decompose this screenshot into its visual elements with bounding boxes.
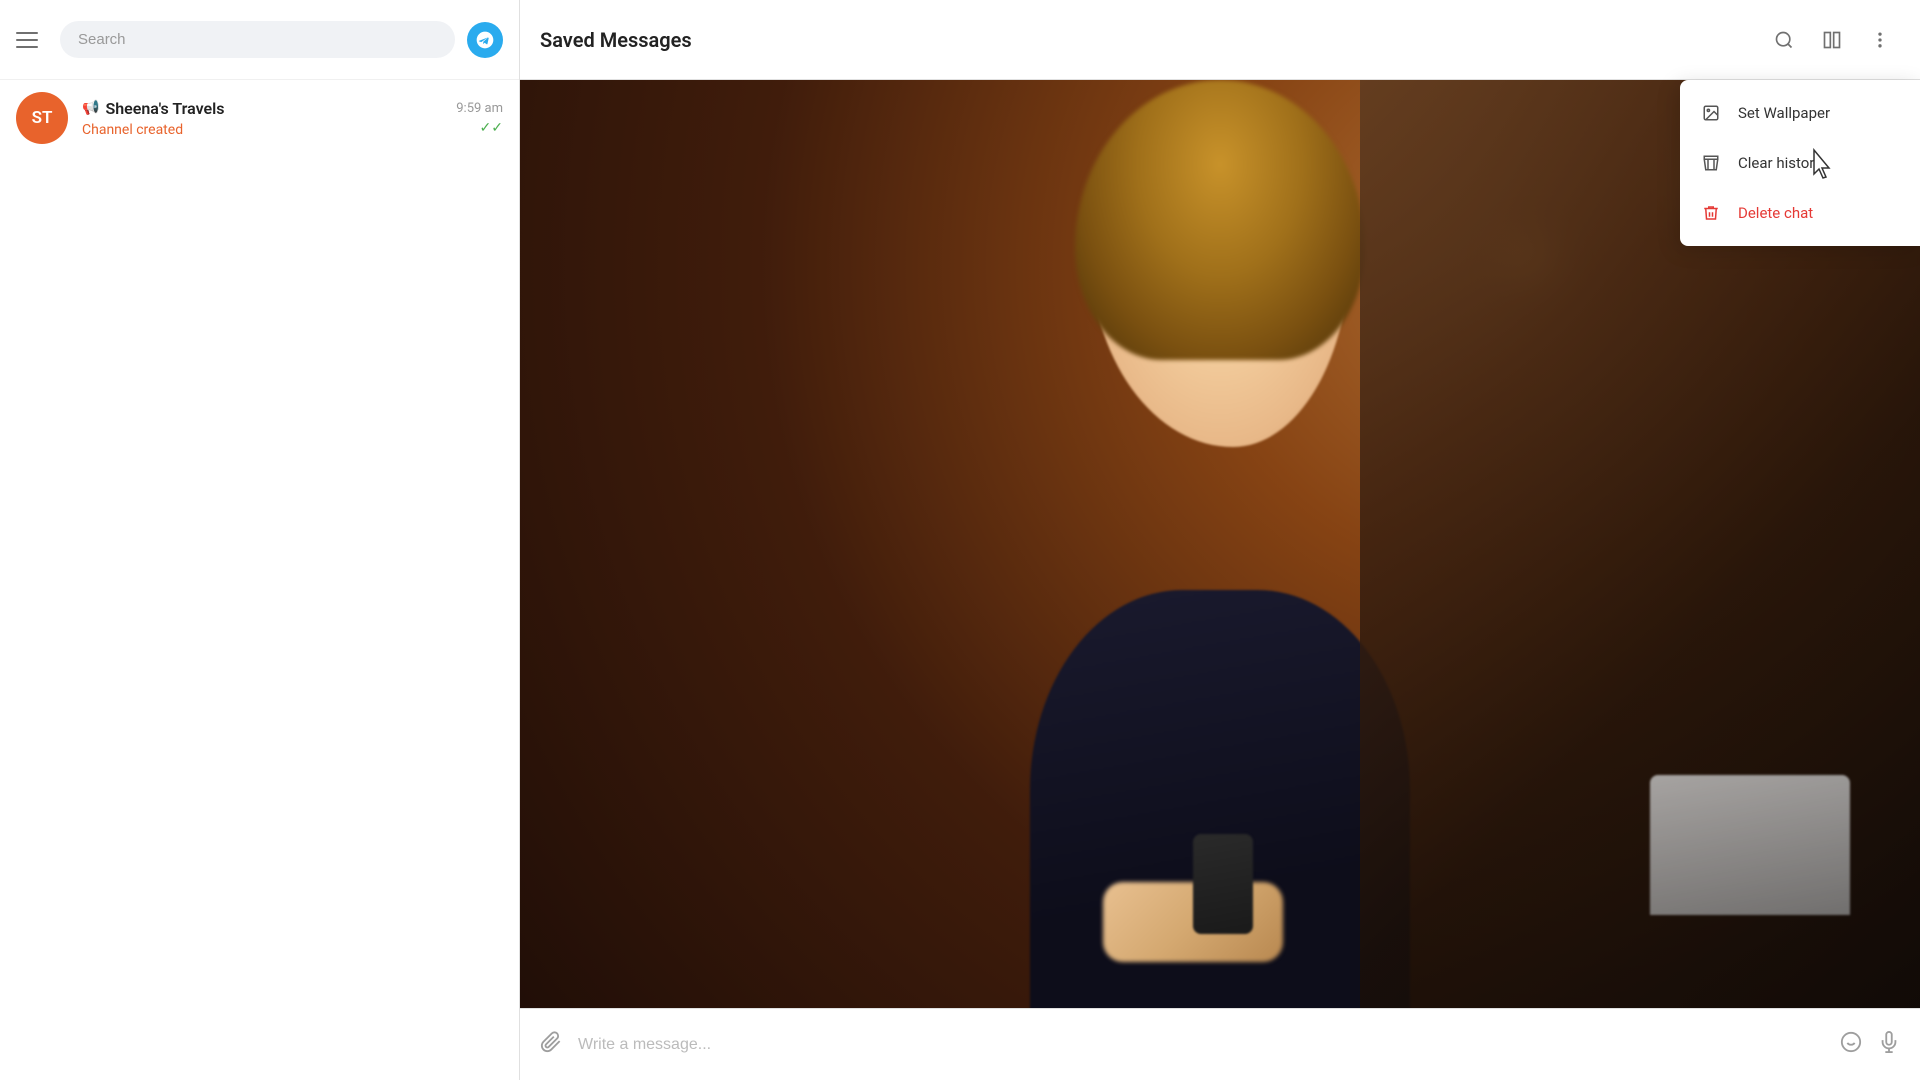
message-input-area <box>520 1008 1920 1080</box>
emoji-button[interactable] <box>1840 1031 1862 1059</box>
menu-button[interactable] <box>16 24 48 56</box>
read-check-icon: ✓✓ <box>480 120 503 136</box>
delete-chat-menu-item[interactable]: Delete chat <box>1680 188 1920 238</box>
trash-icon <box>1700 202 1722 224</box>
context-menu: Set Wallpaper Clear history Delete chat <box>1680 80 1920 246</box>
search-bar[interactable] <box>60 21 455 58</box>
sidebar-header <box>0 0 519 80</box>
chat-preview: Channel created <box>82 122 442 138</box>
header-actions <box>1764 20 1900 60</box>
telegram-icon <box>467 22 503 58</box>
chat-time: 9:59 am <box>456 101 503 116</box>
main-panel: — ❐ ✕ Saved Messages <box>520 0 1920 1080</box>
main-header: Saved Messages <box>520 0 1920 80</box>
set-wallpaper-label: Set Wallpaper <box>1738 104 1830 122</box>
chat-name: Sheena's Travels <box>105 99 224 118</box>
chat-list: ST 📢 Sheena's Travels Channel created 9:… <box>0 80 519 1080</box>
set-wallpaper-menu-item[interactable]: Set Wallpaper <box>1680 88 1920 138</box>
clear-history-menu-item[interactable]: Clear history <box>1680 138 1920 188</box>
sidebar: ST 📢 Sheena's Travels Channel created 9:… <box>0 0 520 1080</box>
columns-button[interactable] <box>1812 20 1852 60</box>
chat-item[interactable]: ST 📢 Sheena's Travels Channel created 9:… <box>0 80 519 156</box>
page-title: Saved Messages <box>540 28 1764 52</box>
search-input[interactable] <box>78 31 437 48</box>
mic-button[interactable] <box>1878 1031 1900 1059</box>
wallpaper-icon <box>1700 102 1722 124</box>
delete-chat-label: Delete chat <box>1738 204 1813 222</box>
broom-icon <box>1700 152 1722 174</box>
attach-button[interactable] <box>540 1031 562 1059</box>
chat-meta: 9:59 am ✓✓ <box>456 101 503 136</box>
chat-info: 📢 Sheena's Travels Channel created <box>82 99 442 138</box>
search-header-button[interactable] <box>1764 20 1804 60</box>
chat-name-row: 📢 Sheena's Travels <box>82 99 442 118</box>
message-input[interactable] <box>578 1036 1824 1054</box>
channel-icon: 📢 <box>82 100 99 116</box>
more-options-button[interactable] <box>1860 20 1900 60</box>
clear-history-label: Clear history <box>1738 154 1822 172</box>
avatar: ST <box>16 92 68 144</box>
